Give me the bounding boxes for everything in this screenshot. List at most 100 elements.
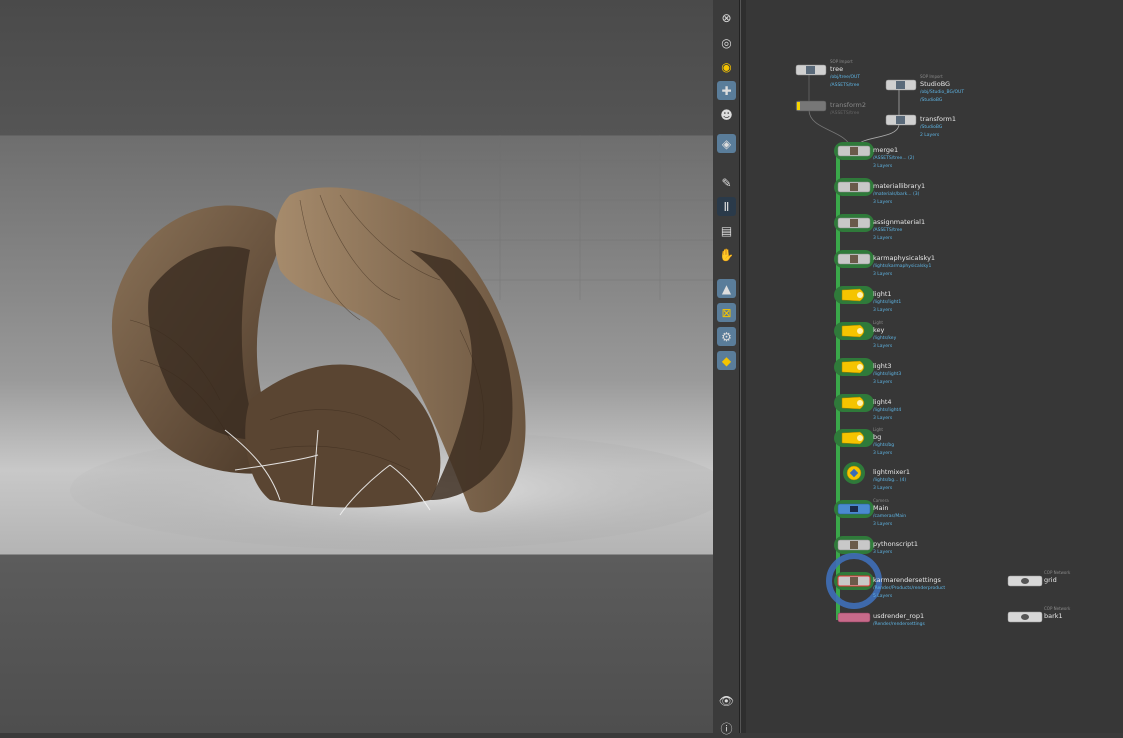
eye-ring-icon[interactable]: ◉ bbox=[717, 57, 736, 76]
node-materiallibrary1[interactable] bbox=[834, 178, 874, 196]
node-info: 3 Layers bbox=[873, 486, 893, 491]
node-info: 3 Layers bbox=[873, 308, 893, 313]
close-icon[interactable]: ⊗ bbox=[717, 8, 736, 27]
node-label: transform2 bbox=[830, 101, 867, 109]
node-info: /cameras/Main bbox=[873, 514, 907, 519]
node-label: usdrender_rop1 bbox=[873, 612, 925, 620]
node-lightmixer1[interactable] bbox=[843, 462, 865, 484]
node-info: 3 Layers bbox=[873, 451, 893, 456]
paint-icon[interactable]: ✎ bbox=[717, 173, 736, 192]
node-bark1[interactable] bbox=[1007, 611, 1043, 623]
node-type: Camera bbox=[873, 498, 889, 503]
node-label: light1 bbox=[873, 290, 892, 298]
node-info: /ASSETS/tree... (2) bbox=[873, 156, 915, 161]
shapes-icon[interactable]: ▲ bbox=[717, 279, 736, 298]
node-label: transform1 bbox=[920, 115, 957, 123]
node-info: 3 Layers bbox=[873, 272, 893, 277]
node-pythonscript1[interactable] bbox=[834, 536, 874, 554]
node-type: Light bbox=[873, 320, 883, 325]
node-info: /materials/bark... (3) bbox=[873, 192, 920, 197]
node-info: /lights/light1 bbox=[873, 300, 902, 305]
node-info: /StudioBG bbox=[920, 125, 943, 130]
camera-icon[interactable]: ◈ bbox=[717, 134, 736, 153]
node-label: Main bbox=[873, 504, 889, 512]
hand-icon[interactable]: ✋ bbox=[717, 245, 736, 264]
node-light4[interactable] bbox=[834, 394, 874, 412]
node-info: /lights/bg bbox=[873, 443, 895, 448]
node-label: assignmaterial1 bbox=[873, 218, 926, 226]
node-info: 2 Layers bbox=[920, 133, 940, 138]
node-network-editor[interactable]: tree SOP Import/obj/tree/OUT/ASSETS/tree S… bbox=[746, 0, 1123, 733]
node-info: /ASSETS/tree bbox=[830, 111, 860, 116]
node-label: StudioBG bbox=[920, 80, 951, 88]
node-info: /lights/light3 bbox=[873, 372, 902, 377]
node-label: key bbox=[873, 326, 885, 334]
node-info: 3 Layers bbox=[873, 344, 893, 349]
node-light3[interactable] bbox=[834, 358, 874, 376]
node-light1[interactable] bbox=[834, 286, 874, 304]
light-icon[interactable]: ✚ bbox=[717, 81, 736, 100]
node-usdrender_rop1[interactable] bbox=[837, 612, 871, 623]
node-label: materiallibrary1 bbox=[873, 182, 926, 190]
node-info: /Render/rendersettings bbox=[873, 622, 925, 627]
node-tree[interactable] bbox=[795, 64, 827, 76]
node-Main[interactable] bbox=[834, 500, 874, 518]
network-wires bbox=[795, 64, 1043, 623]
gear-icon[interactable]: ⚙ bbox=[717, 327, 736, 346]
diamond-icon[interactable]: ◆ bbox=[717, 351, 736, 370]
node-info: /obj/tree/OUT bbox=[830, 75, 861, 80]
pause-icon[interactable]: Ⅱ bbox=[717, 197, 736, 216]
node-type: SOP Import bbox=[920, 74, 943, 79]
node-label: grid bbox=[1044, 576, 1057, 584]
node-info: /obj/Studio_BG/OUT bbox=[920, 90, 965, 95]
select-icon[interactable]: ⊠ bbox=[717, 303, 736, 322]
node-grid[interactable] bbox=[1007, 575, 1043, 587]
viewport-toolbar: ⊗ ◎ ◉ ✚ ☻ ◈ ✎ Ⅱ ▤ ✋ ▲ ⊠ ⚙ ◆ 👁 ⓘ bbox=[713, 0, 740, 736]
node-label: karmaphysicalsky1 bbox=[873, 254, 936, 262]
node-assignmaterial1[interactable] bbox=[834, 214, 874, 232]
node-info: 5 Layers bbox=[873, 594, 893, 599]
info-icon[interactable]: ⓘ bbox=[717, 719, 736, 738]
node-label: lightmixer1 bbox=[873, 468, 910, 476]
node-label: tree bbox=[830, 65, 844, 73]
node-key[interactable] bbox=[834, 322, 874, 340]
node-info: 3 Layers bbox=[873, 416, 893, 421]
node-info: /Render/Products/renderproduct bbox=[873, 586, 946, 591]
node-info: /lights/karmaphysicalsky1 bbox=[873, 264, 932, 269]
node-info: /ASSETS/tree bbox=[830, 83, 860, 88]
node-info: /lights/light4 bbox=[873, 408, 902, 413]
eye-icon[interactable]: 👁 bbox=[717, 691, 736, 710]
node-merge1[interactable] bbox=[834, 142, 874, 160]
node-info: /lights/key bbox=[873, 336, 897, 341]
node-type: COP Network bbox=[1044, 606, 1071, 611]
node-label: pythonscript1 bbox=[873, 540, 918, 548]
node-karmarendersettings[interactable] bbox=[826, 553, 882, 609]
scene-viewport[interactable] bbox=[0, 0, 713, 733]
scene-render bbox=[70, 135, 713, 550]
node-info: 3 Layers bbox=[873, 522, 893, 527]
node-info: 3 Layers bbox=[873, 380, 893, 385]
layers-icon[interactable]: ▤ bbox=[717, 221, 736, 240]
node-info: /lights/bg... (4) bbox=[873, 478, 907, 483]
node-type: COP Network bbox=[1044, 570, 1071, 575]
node-label: bg bbox=[873, 433, 882, 441]
node-info: /StudioBG bbox=[920, 98, 943, 103]
node-label: merge1 bbox=[873, 146, 899, 154]
node-label: light4 bbox=[873, 398, 892, 406]
node-bg[interactable] bbox=[834, 429, 874, 447]
node-label: light3 bbox=[873, 362, 892, 370]
node-label: karmarendersettings bbox=[873, 576, 941, 584]
node-info: /ASSETS/tree bbox=[873, 228, 903, 233]
node-transform1[interactable] bbox=[885, 114, 917, 126]
node-transform2[interactable] bbox=[795, 100, 827, 112]
node-label: bark1 bbox=[1044, 612, 1063, 620]
sphere-icon[interactable]: ◎ bbox=[717, 33, 736, 52]
node-info: 3 Layers bbox=[873, 164, 893, 169]
skull-icon[interactable]: ☻ bbox=[717, 105, 736, 124]
node-karmaphysicalsky1[interactable] bbox=[834, 250, 874, 268]
node-type: Light bbox=[873, 427, 883, 432]
node-info: 3 Layers bbox=[873, 236, 893, 241]
node-type: SOP Import bbox=[830, 59, 853, 64]
node-info: 3 Layers bbox=[873, 200, 893, 205]
node-StudioBG[interactable] bbox=[885, 79, 917, 91]
